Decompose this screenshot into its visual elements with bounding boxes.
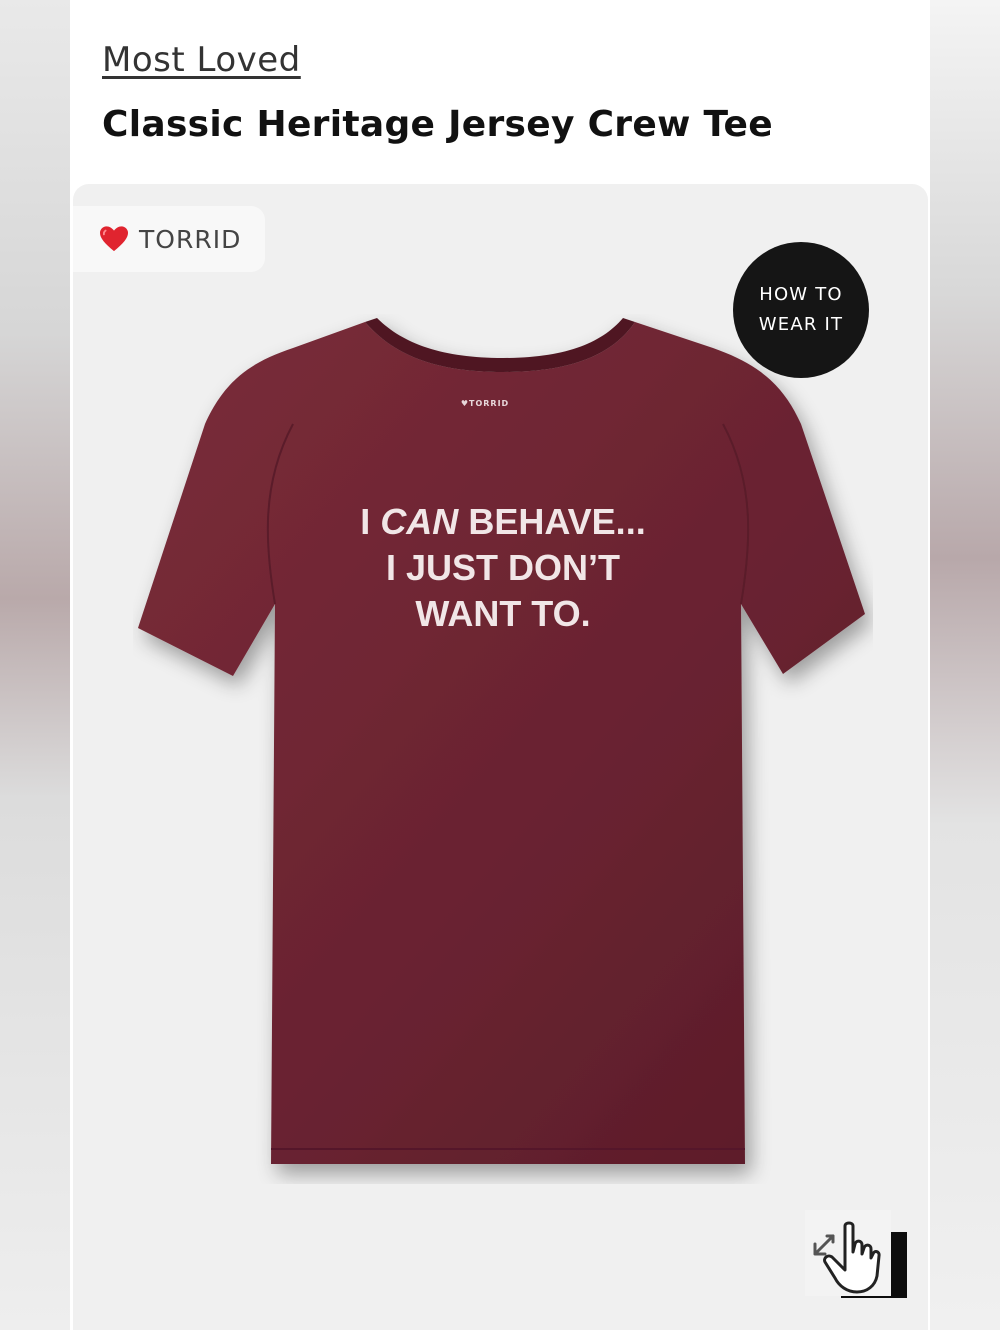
hand-pointer-icon [823,1221,881,1294]
brand-badge[interactable]: TORRID [73,206,265,272]
tshirt-print-line3: WANT TO. [415,593,590,634]
brand-name: TORRID [139,224,242,254]
most-loved-link[interactable]: Most Loved [102,40,301,80]
background-left-blur [0,0,70,1330]
product-tshirt-image: ♥TORRID I CAN BEHAVE... I JUST DON’T WAN… [138,318,865,1164]
product-image-card[interactable]: TORRID HOW TO WEAR IT ♥TORRID I CAN BEHA… [73,184,928,1330]
product-panel: Most Loved Classic Heritage Jersey Crew … [70,0,930,1330]
expand-image-button[interactable] [805,1210,891,1296]
how-to-wear-line1: HOW TO [759,284,843,305]
product-title: Classic Heritage Jersey Crew Tee [102,104,773,145]
tshirt-print-line2: I JUST DON’T [386,547,620,588]
tshirt-print-line1: I CAN BEHAVE... [360,501,645,542]
tshirt-neck-label: ♥TORRID [461,399,509,408]
heart-icon [100,226,128,252]
tshirt-body [138,322,865,1164]
background-right-blur [930,0,1000,1330]
